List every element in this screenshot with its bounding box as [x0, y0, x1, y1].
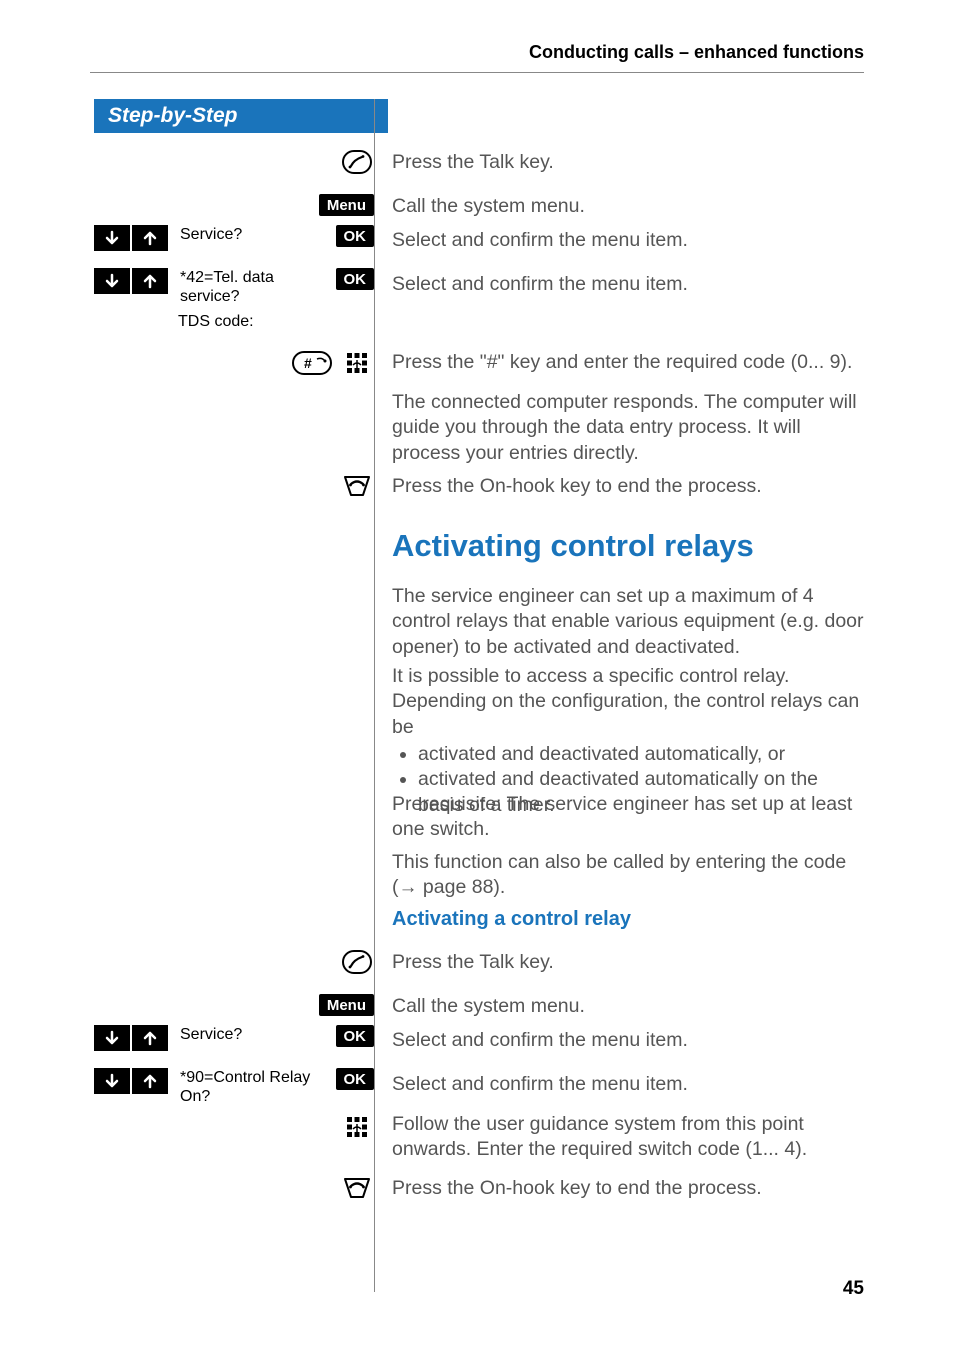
- display-control-relay-on: *90=Control Relay On?: [170, 1068, 336, 1106]
- text-also-code-suffix: ).: [493, 876, 505, 898]
- up-arrow-button[interactable]: [132, 268, 168, 294]
- step-call-menu: Call the system menu.: [392, 194, 864, 219]
- up-arrow-button[interactable]: [132, 1068, 168, 1094]
- step-follow-guidance: Follow the user guidance system from thi…: [392, 1112, 864, 1163]
- down-arrow-button[interactable]: [94, 268, 130, 294]
- up-arrow-button[interactable]: [132, 1025, 168, 1051]
- arrow-right-icon: →: [399, 877, 418, 898]
- keypad-icon: [340, 1112, 374, 1142]
- paragraph-prerequisite: Prerequisite: The service engineer has s…: [392, 792, 864, 843]
- sidebar-vertical-rule: [374, 99, 375, 1292]
- page-number: 45: [843, 1278, 864, 1300]
- heading-activating-a-control-relay: Activating a control relay: [392, 908, 864, 931]
- step-select-confirm: Select and confirm the menu item.: [392, 272, 864, 297]
- up-arrow-button[interactable]: [132, 225, 168, 251]
- display-service: Service?: [170, 225, 336, 244]
- display-tds-code: TDS code:: [168, 312, 374, 331]
- down-arrow-button[interactable]: [94, 1025, 130, 1051]
- list-item: activated and deactivated automatically,…: [418, 742, 864, 767]
- talk-key-icon: [340, 947, 374, 977]
- on-hook-key-icon: [340, 470, 374, 500]
- svg-text:#: #: [304, 355, 312, 371]
- down-arrow-button[interactable]: [94, 1068, 130, 1094]
- step-on-hook: Press the On-hook key to end the process…: [392, 474, 864, 499]
- paragraph-relays-intro: The service engineer can set up a maximu…: [392, 584, 864, 660]
- running-head: Conducting calls – enhanced functions: [529, 42, 864, 63]
- ok-button[interactable]: OK: [336, 268, 375, 290]
- paragraph-computer-response: The connected computer responds. The com…: [392, 390, 864, 466]
- menu-button[interactable]: Menu: [319, 194, 374, 216]
- step-call-menu: Call the system menu.: [392, 994, 864, 1019]
- menu-button[interactable]: Menu: [319, 994, 374, 1016]
- ok-button[interactable]: OK: [336, 225, 375, 247]
- step-on-hook: Press the On-hook key to end the process…: [392, 1176, 864, 1201]
- page-reference-link[interactable]: page 88: [423, 876, 494, 898]
- paragraph-also-code: This function can also be called by ente…: [392, 850, 864, 901]
- down-arrow-button[interactable]: [94, 225, 130, 251]
- display-tel-data-service: *42=Tel. data service?: [170, 268, 336, 306]
- keypad-icon: [340, 348, 374, 378]
- paragraph-access-relay: It is possible to access a specific cont…: [392, 664, 864, 740]
- talk-key-icon: [340, 147, 374, 177]
- step-press-talk: Press the Talk key.: [392, 950, 864, 975]
- step-select-confirm: Select and confirm the menu item.: [392, 1072, 864, 1097]
- sidebar-title: Step-by-Step: [94, 99, 388, 133]
- display-service: Service?: [170, 1025, 336, 1044]
- header-rule: [90, 72, 864, 73]
- on-hook-key-icon: [340, 1172, 374, 1202]
- ok-button[interactable]: OK: [336, 1025, 375, 1047]
- heading-activating-control-relays: Activating control relays: [392, 528, 864, 564]
- ok-button[interactable]: OK: [336, 1068, 375, 1090]
- step-select-confirm: Select and confirm the menu item.: [392, 1028, 864, 1053]
- step-select-confirm: Select and confirm the menu item.: [392, 228, 864, 253]
- hash-key-icon: #: [290, 348, 334, 378]
- step-hash-code: Press the "#" key and enter the required…: [392, 350, 864, 375]
- step-press-talk: Press the Talk key.: [392, 150, 864, 175]
